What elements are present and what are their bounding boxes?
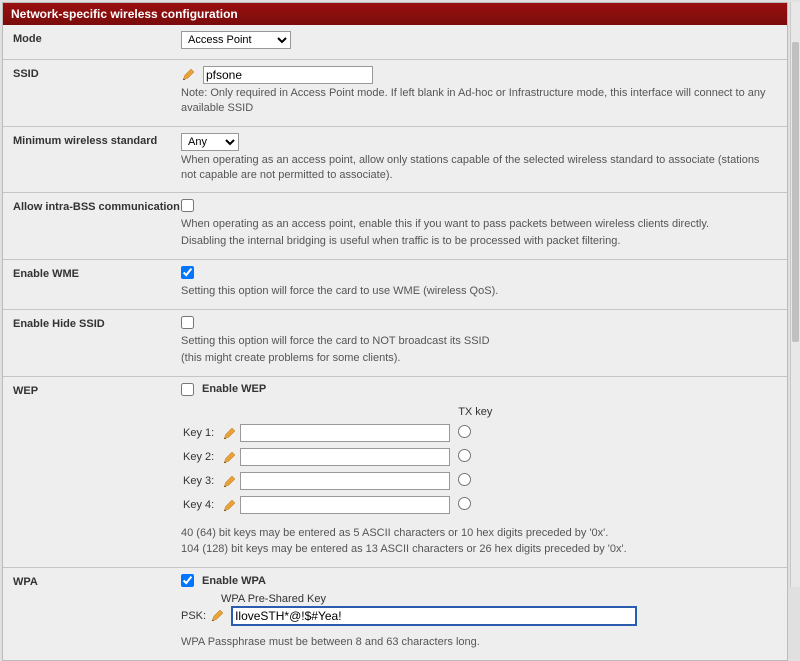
intrabss-checkbox[interactable] [181, 199, 194, 212]
intrabss-help2: Disabling the internal bridging is usefu… [181, 234, 771, 249]
wme-label: Enable WME [13, 268, 79, 280]
pencil-icon [222, 451, 238, 465]
wpa-help: WPA Passphrase must be between 8 and 63 … [181, 635, 771, 650]
key1-label: Key 1: [183, 422, 220, 444]
key2-label: Key 2: [183, 446, 220, 468]
hidessid-help2: (this might create problems for some cli… [181, 351, 771, 366]
txkey1-radio[interactable] [458, 425, 471, 438]
key4-input[interactable] [240, 496, 450, 514]
psk-sublabel: WPA Pre-Shared Key [221, 593, 771, 605]
wep-help2: 104 (128) bit keys may be entered as 13 … [181, 542, 771, 557]
wep-help1: 40 (64) bit keys may be entered as 5 ASC… [181, 526, 771, 541]
key1-input[interactable] [240, 424, 450, 442]
key2-input[interactable] [240, 448, 450, 466]
wep-key-table: TX key Key 1: Key 2: Key 3: [181, 402, 510, 518]
minstd-select[interactable]: Any [181, 133, 239, 151]
txkey2-radio[interactable] [458, 449, 471, 462]
row-minstd: Minimum wireless standard Any When opera… [3, 127, 787, 194]
txkey-header: TX key [458, 404, 508, 420]
wpa-enable-checkbox[interactable] [181, 574, 194, 587]
hidessid-help1: Setting this option will force the card … [181, 334, 771, 349]
pencil-icon [222, 475, 238, 489]
pencil-icon [210, 609, 226, 623]
scrollbar[interactable] [790, 2, 800, 587]
wep-enable-checkbox[interactable] [181, 383, 194, 396]
ssid-label: SSID [13, 68, 39, 80]
hidessid-label: Enable Hide SSID [13, 318, 105, 330]
config-panel: Network-specific wireless configuration … [2, 2, 788, 661]
ssid-input[interactable] [203, 66, 373, 84]
intrabss-label: Allow intra-BSS communication [13, 201, 180, 213]
wpa-label: WPA [13, 576, 38, 588]
key3-input[interactable] [240, 472, 450, 490]
intrabss-help1: When operating as an access point, enabl… [181, 217, 771, 232]
row-mode: Mode Access Point [3, 25, 787, 60]
wme-help: Setting this option will force the card … [181, 284, 771, 299]
pencil-icon [222, 427, 238, 441]
mode-select[interactable]: Access Point [181, 31, 291, 49]
wep-enable-label: Enable WEP [202, 383, 266, 395]
ssid-note: Note: Only required in Access Point mode… [181, 86, 771, 116]
txkey4-radio[interactable] [458, 497, 471, 510]
row-intrabss: Allow intra-BSS communication When opera… [3, 193, 787, 260]
row-wep: WEP Enable WEP TX key Key 1: Key 2: [3, 377, 787, 569]
row-wme: Enable WME Setting this option will forc… [3, 260, 787, 310]
mode-label: Mode [13, 33, 42, 45]
pencil-icon [181, 68, 197, 82]
key4-label: Key 4: [183, 494, 220, 516]
panel-header: Network-specific wireless configuration [3, 3, 787, 25]
minstd-label: Minimum wireless standard [13, 135, 157, 147]
scroll-thumb[interactable] [792, 42, 799, 342]
row-hidessid: Enable Hide SSID Setting this option wil… [3, 310, 787, 377]
wme-checkbox[interactable] [181, 266, 194, 279]
hidessid-checkbox[interactable] [181, 316, 194, 329]
row-wpa: WPA Enable WPA WPA Pre-Shared Key PSK: W… [3, 568, 787, 660]
pencil-icon [222, 499, 238, 513]
txkey3-radio[interactable] [458, 473, 471, 486]
key3-label: Key 3: [183, 470, 220, 492]
wep-label: WEP [13, 385, 38, 397]
psk-label: PSK: [181, 610, 206, 622]
minstd-help: When operating as an access point, allow… [181, 153, 771, 183]
psk-input[interactable] [232, 607, 636, 625]
row-ssid: SSID Note: Only required in Access Point… [3, 60, 787, 127]
